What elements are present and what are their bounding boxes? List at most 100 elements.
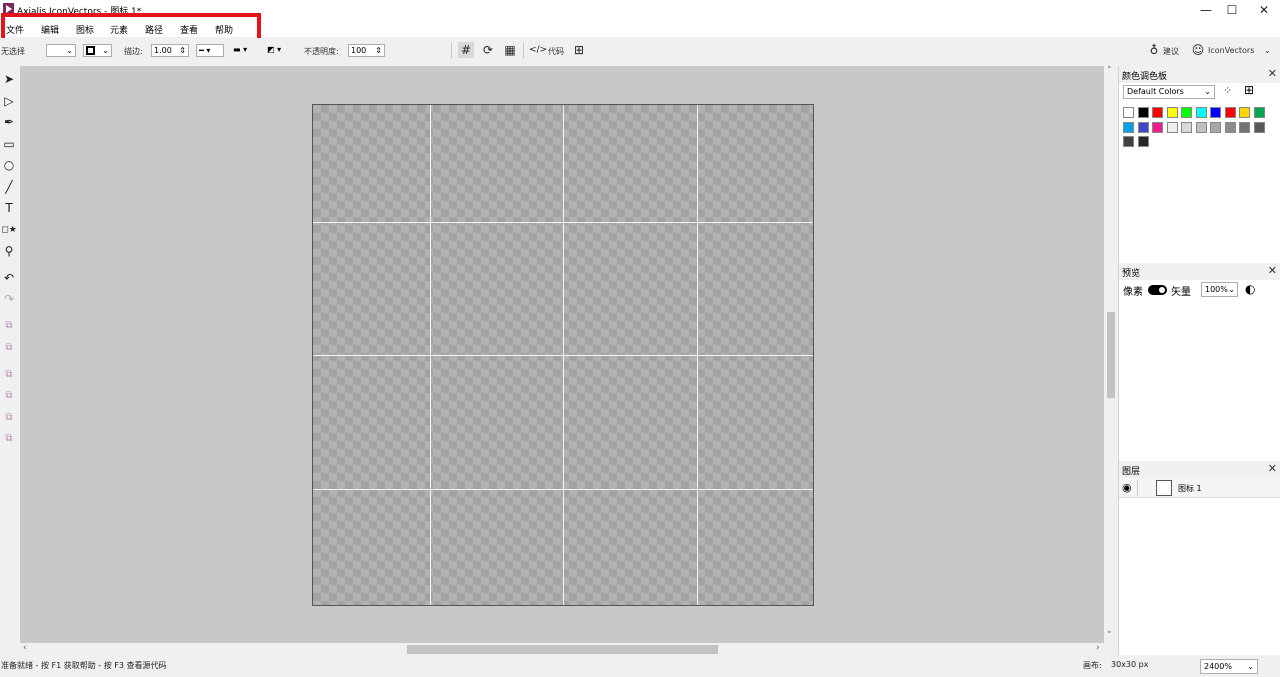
stroke-join-dropdown[interactable]: ▬ ▾	[231, 44, 258, 57]
scroll-down-arrow-icon[interactable]: ˅	[1107, 631, 1112, 641]
scroll-left-arrow-icon[interactable]: ‹	[23, 643, 27, 653]
send-to-back-icon[interactable]: ⧉	[1, 387, 17, 405]
scroll-right-arrow-icon[interactable]: ›	[1096, 643, 1100, 653]
stroke-style-dropdown[interactable]: ━ ▾	[196, 44, 224, 57]
bring-forward-icon[interactable]: ⧉	[1, 339, 17, 357]
horizontal-scroll-thumb[interactable]	[407, 645, 718, 654]
ungroup-icon[interactable]: ⧉	[1, 430, 17, 448]
code-icon[interactable]: </>	[529, 42, 547, 58]
color-swatch[interactable]	[1181, 121, 1192, 133]
account-button-label[interactable]: IconVectors	[1208, 46, 1254, 55]
zoom-select[interactable]: 2400% ⌄	[1200, 659, 1258, 674]
suggest-button-label[interactable]: 建议	[1163, 46, 1179, 57]
send-backward-icon[interactable]: ⧉	[1, 366, 17, 384]
color-swatch[interactable]	[1210, 107, 1221, 118]
redo-icon[interactable]: ↷	[1, 290, 17, 308]
stroke-width-label: 描边:	[124, 47, 143, 56]
pen-tool-icon[interactable]: ✒	[1, 113, 17, 131]
chevron-down-icon[interactable]: ⌄	[1264, 46, 1271, 55]
vertical-scroll-thumb[interactable]	[1107, 312, 1115, 398]
grid-line-vertical	[697, 105, 698, 605]
color-swatch[interactable]	[1224, 107, 1236, 118]
fill-color-dropdown[interactable]: ⌄	[46, 44, 76, 57]
contrast-icon[interactable]: ◐	[1245, 282, 1255, 296]
select-arrow-icon[interactable]: ➤	[1, 70, 17, 88]
close-icon[interactable]: ✕	[1268, 264, 1277, 277]
color-swatch[interactable]	[1239, 107, 1250, 118]
rectangle-tool-icon[interactable]: ▭	[1, 135, 17, 153]
status-message: 准备就绪 - 按 F1 获取帮助 - 按 F3 查看源代码	[1, 661, 167, 670]
color-swatch[interactable]	[1253, 121, 1265, 133]
preview-zoom-select[interactable]: 100% ⌄	[1201, 282, 1238, 297]
stroke-width-input[interactable]: 1.00 ⇕	[151, 44, 189, 57]
group-icon[interactable]: ⧉	[1, 409, 17, 427]
preview-zoom-value: 100%	[1205, 285, 1228, 294]
layer-name[interactable]: 图标 1	[1178, 483, 1202, 494]
color-swatch[interactable]	[1166, 121, 1178, 133]
close-icon[interactable]: ✕	[1268, 67, 1277, 80]
grid-line-horizontal	[313, 489, 813, 490]
palette-panel-header: 颜色调色板 ✕	[1119, 66, 1280, 83]
pixel-grid-icon[interactable]: ▦	[502, 42, 518, 58]
direct-select-icon[interactable]: ▷	[1, 92, 17, 110]
color-swatch[interactable]	[1137, 136, 1149, 147]
shapes-tool-icon[interactable]: ◻★	[1, 221, 17, 239]
artboard[interactable]	[312, 104, 814, 606]
color-swatch[interactable]	[1137, 107, 1149, 118]
vector-mode-label: 矢量	[1171, 287, 1191, 298]
palette-select[interactable]: Default Colors ⌄	[1123, 85, 1215, 99]
color-swatch[interactable]	[1239, 121, 1250, 133]
canvas-size-value: 30x30 px	[1111, 660, 1149, 669]
horizontal-scrollbar[interactable]: ‹ ›	[20, 643, 1104, 656]
color-swatch[interactable]	[1253, 107, 1265, 118]
grid-toggle-icon[interactable]: #	[458, 42, 474, 58]
color-swatch[interactable]	[1123, 136, 1134, 147]
stroke-width-value: 1.00	[154, 46, 172, 55]
color-swatch[interactable]	[1152, 121, 1163, 133]
palette-select-value: Default Colors	[1127, 87, 1184, 96]
preview-panel-title: 预览	[1122, 269, 1141, 279]
color-swatch[interactable]	[1166, 107, 1178, 118]
preview-panel-header: 预览 ✕	[1119, 263, 1280, 280]
palette-panel-title: 颜色调色板	[1122, 72, 1168, 82]
stroke-cap-dropdown[interactable]: ◩ ▾	[265, 44, 292, 57]
maximize-button[interactable]: ☐	[1214, 0, 1250, 20]
right-panel: 颜色调色板 ✕ Default Colors ⌄ ⁘ ⊞ 预览 ✕ 像素 矢量 …	[1118, 66, 1280, 655]
eye-icon[interactable]: ◉	[1122, 481, 1132, 494]
status-bar: 准备就绪 - 按 F1 获取帮助 - 按 F3 查看源代码 画布: 30x30 …	[0, 656, 1280, 677]
color-swatch[interactable]	[1152, 107, 1163, 118]
ellipse-tool-icon[interactable]: ○	[1, 156, 17, 174]
opacity-input[interactable]: 100 ⇕	[348, 44, 385, 57]
scroll-up-arrow-icon[interactable]: ˄	[1107, 66, 1112, 76]
user-icon[interactable]: ☺	[1190, 42, 1206, 58]
color-swatch[interactable]	[1123, 121, 1134, 133]
bring-to-front-icon[interactable]: ⧉	[1, 317, 17, 335]
property-toolbar: 无选择 ⌄ ⌄ 描边: 1.00 ⇕ ━ ▾ ▬ ▾ ◩ ▾ 不透明度: 100 ⇕…	[0, 38, 1280, 65]
color-swatch[interactable]	[1210, 121, 1221, 133]
stroke-color-dropdown[interactable]: ⌄	[83, 44, 112, 57]
vertical-scrollbar[interactable]: ˄ ˅	[1104, 66, 1118, 643]
snap-icon[interactable]: ⟳	[480, 42, 496, 58]
text-tool-icon[interactable]: T	[1, 199, 17, 217]
color-swatch[interactable]	[1224, 121, 1236, 133]
color-swatch[interactable]	[1137, 121, 1149, 133]
lightbulb-icon[interactable]: ♁	[1146, 42, 1162, 58]
pixel-vector-toggle[interactable]	[1148, 285, 1167, 295]
color-swatch[interactable]	[1195, 107, 1207, 118]
close-button[interactable]: ✕	[1246, 0, 1280, 20]
center-align-icon[interactable]: ⊞	[571, 42, 587, 58]
undo-icon[interactable]: ↶	[1, 269, 17, 287]
zoom-tool-icon[interactable]: ⚲	[1, 242, 17, 260]
layers-panel-title: 图层	[1122, 467, 1141, 477]
color-swatch[interactable]	[1181, 107, 1192, 118]
canvas-area[interactable]	[20, 66, 1104, 643]
line-tool-icon[interactable]: ╱	[1, 178, 17, 196]
close-icon[interactable]: ✕	[1268, 462, 1277, 475]
add-palette-icon[interactable]: ⊞	[1244, 83, 1254, 97]
grid-line-horizontal	[313, 355, 813, 356]
color-swatch[interactable]	[1195, 121, 1207, 133]
code-button-label[interactable]: 代码	[548, 46, 564, 57]
layer-row[interactable]: ◉ 图标 1	[1119, 478, 1280, 498]
color-swatch[interactable]	[1123, 107, 1134, 118]
palette-grid-icon[interactable]: ⁘	[1223, 84, 1232, 97]
